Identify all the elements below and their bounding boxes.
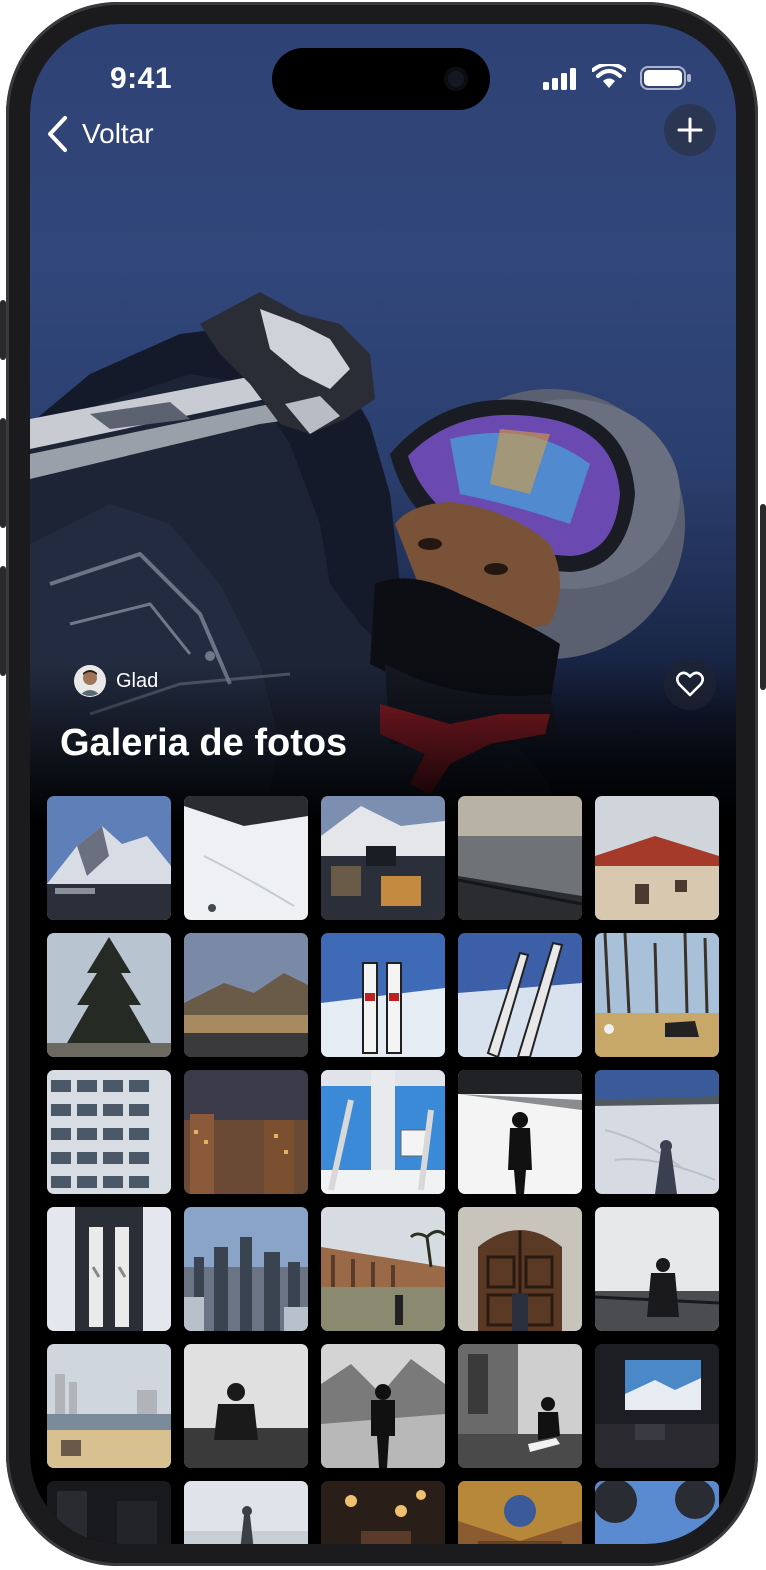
photo-thumbnail[interactable] <box>458 1481 582 1544</box>
dynamic-island <box>272 48 490 110</box>
page-title: Galeria de fotos <box>60 722 348 764</box>
author-chip[interactable]: Glad <box>74 665 158 697</box>
heart-icon <box>676 671 704 697</box>
photo-thumbnail[interactable] <box>595 796 719 920</box>
chevron-left-icon <box>48 116 67 152</box>
wifi-icon <box>592 64 626 88</box>
photo-thumbnail[interactable] <box>595 1070 719 1194</box>
photo-thumbnail[interactable] <box>595 933 719 1057</box>
photo-thumbnail[interactable] <box>458 933 582 1057</box>
add-button[interactable] <box>664 104 716 156</box>
photo-thumbnail[interactable] <box>184 1207 308 1331</box>
photo-thumbnail[interactable] <box>184 1344 308 1468</box>
photo-thumbnail[interactable] <box>47 1070 171 1194</box>
photo-thumbnail[interactable] <box>184 1481 308 1544</box>
phone-device: 9:41 Voltar Glad Galeria de fotos <box>0 0 766 1570</box>
photo-thumbnail[interactable] <box>321 796 445 920</box>
photo-thumbnail[interactable] <box>47 1207 171 1331</box>
cellular-signal-icon <box>543 68 576 90</box>
plus-icon <box>677 117 703 143</box>
photo-thumbnail[interactable] <box>458 1344 582 1468</box>
back-button[interactable]: Voltar <box>46 112 154 156</box>
photo-thumbnail[interactable] <box>595 1481 719 1544</box>
back-label: Voltar <box>82 118 154 149</box>
photo-thumbnail[interactable] <box>458 796 582 920</box>
photo-thumbnail[interactable] <box>595 1207 719 1331</box>
photo-thumbnail[interactable] <box>47 1344 171 1468</box>
battery-icon <box>640 66 691 90</box>
photo-thumbnail[interactable] <box>321 1344 445 1468</box>
photo-thumbnail[interactable] <box>184 1070 308 1194</box>
photo-thumbnail[interactable] <box>47 1481 171 1544</box>
photo-thumbnail[interactable] <box>458 1207 582 1331</box>
photo-thumbnail[interactable] <box>321 1481 445 1544</box>
photo-thumbnail[interactable] <box>321 933 445 1057</box>
photo-thumbnail[interactable] <box>184 796 308 920</box>
photo-thumbnail[interactable] <box>458 1070 582 1194</box>
photo-thumbnail[interactable] <box>47 796 171 920</box>
photo-thumbnail[interactable] <box>184 933 308 1057</box>
photo-grid <box>47 796 719 1544</box>
photo-thumbnail[interactable] <box>47 933 171 1057</box>
app-screen: 9:41 Voltar Glad Galeria de fotos <box>30 24 736 1544</box>
side-button <box>760 504 766 690</box>
photo-thumbnail[interactable] <box>595 1344 719 1468</box>
photo-thumbnail[interactable] <box>321 1070 445 1194</box>
author-name: Glad <box>116 669 159 692</box>
camera-icon <box>444 67 468 91</box>
photo-thumbnail[interactable] <box>321 1207 445 1331</box>
status-time: 9:41 <box>110 62 173 95</box>
favorite-button[interactable] <box>664 658 716 710</box>
status-bar: 9:41 <box>30 24 736 110</box>
avatar <box>74 665 106 697</box>
